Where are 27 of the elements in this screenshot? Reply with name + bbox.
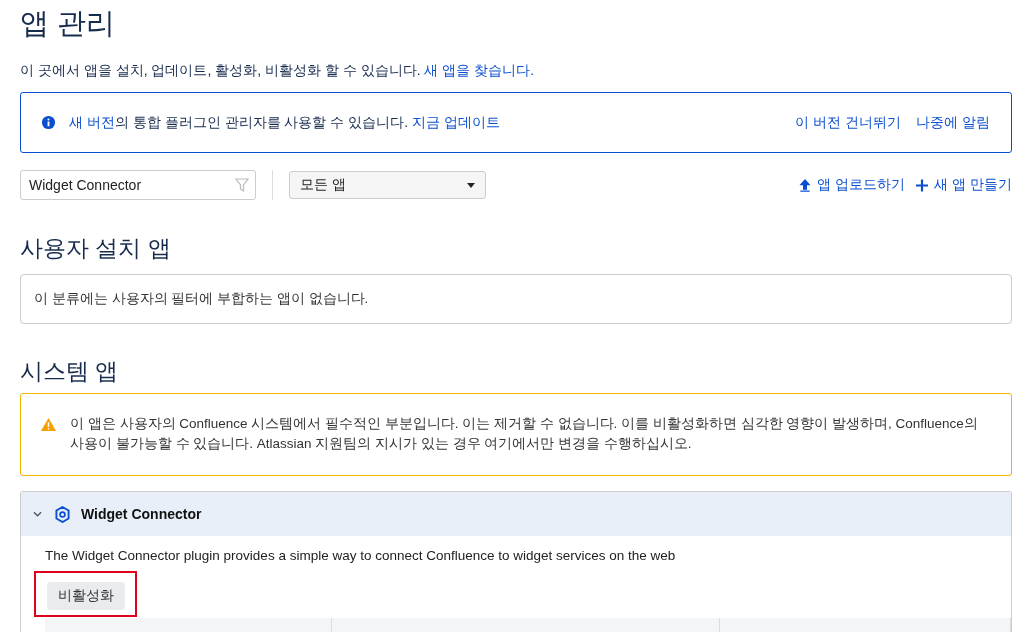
app-name: Widget Connector [81, 506, 202, 522]
caret-icon [467, 182, 475, 188]
upload-icon [799, 178, 812, 192]
hexagon-icon [55, 505, 70, 523]
empty-message: 이 분류에는 사용자의 필터에 부합하는 앱이 없습니다. [20, 274, 1012, 324]
info-icon [41, 115, 56, 130]
funnel-icon [235, 178, 249, 192]
page-title: 앱 관리 [20, 6, 116, 40]
intro-text: 이 곳에서 앱을 설치, 업데이트, 활성화, 비활성화 할 수 있습니다. 새 앱을 찾습니다. [20, 61, 535, 79]
toolbar-link[interactable]: 새 앱 만들기 [916, 176, 1012, 194]
notice-link[interactable]: 지금 업데이트 [412, 113, 500, 132]
disable-button[interactable]: 비활성화 [47, 582, 125, 610]
section-heading: 사용자 설치 앱 [20, 234, 171, 262]
warning-text: 이 앱은 사용자의 Confluence 시스템에서 필수적인 부분입니다. 이는 제거할 수 없습니다. 이를 비활성화하면 심각한 영향이 발생하며, Confluence의 사용이 불가능할 수 있습니다. Atlassian 지원팀의 지시가 있는 경우 여기에서만 변경을 수행하십시오. [70, 415, 979, 453]
app-description: The Widget Connector plugin provides a simple way to connect Confluence to widget services on the web [45, 548, 676, 563]
plus-icon [916, 178, 929, 192]
toolbar-link[interactable]: 앱 업로드하기 [799, 176, 906, 194]
app-type-dropdown[interactable]: 모든 앱 [289, 171, 486, 199]
warning-icon [41, 417, 56, 432]
app-header[interactable]: Widget Connector [21, 492, 1011, 536]
notice-action-link[interactable]: 이 버전 건너뛰기 [795, 113, 902, 132]
find-apps-link[interactable]: 새 앱을 찾습니다. [424, 62, 535, 78]
section-heading: 시스템 앱 [20, 357, 119, 385]
notice-link[interactable]: 새 버전 [69, 113, 115, 132]
notice-text: 의 통합 플러그인 관리자를 사용할 수 있습니다. [114, 113, 409, 132]
filter-field[interactable]: Widget Connector [20, 170, 256, 200]
notice-action-link[interactable]: 나중에 알림 [916, 113, 990, 132]
